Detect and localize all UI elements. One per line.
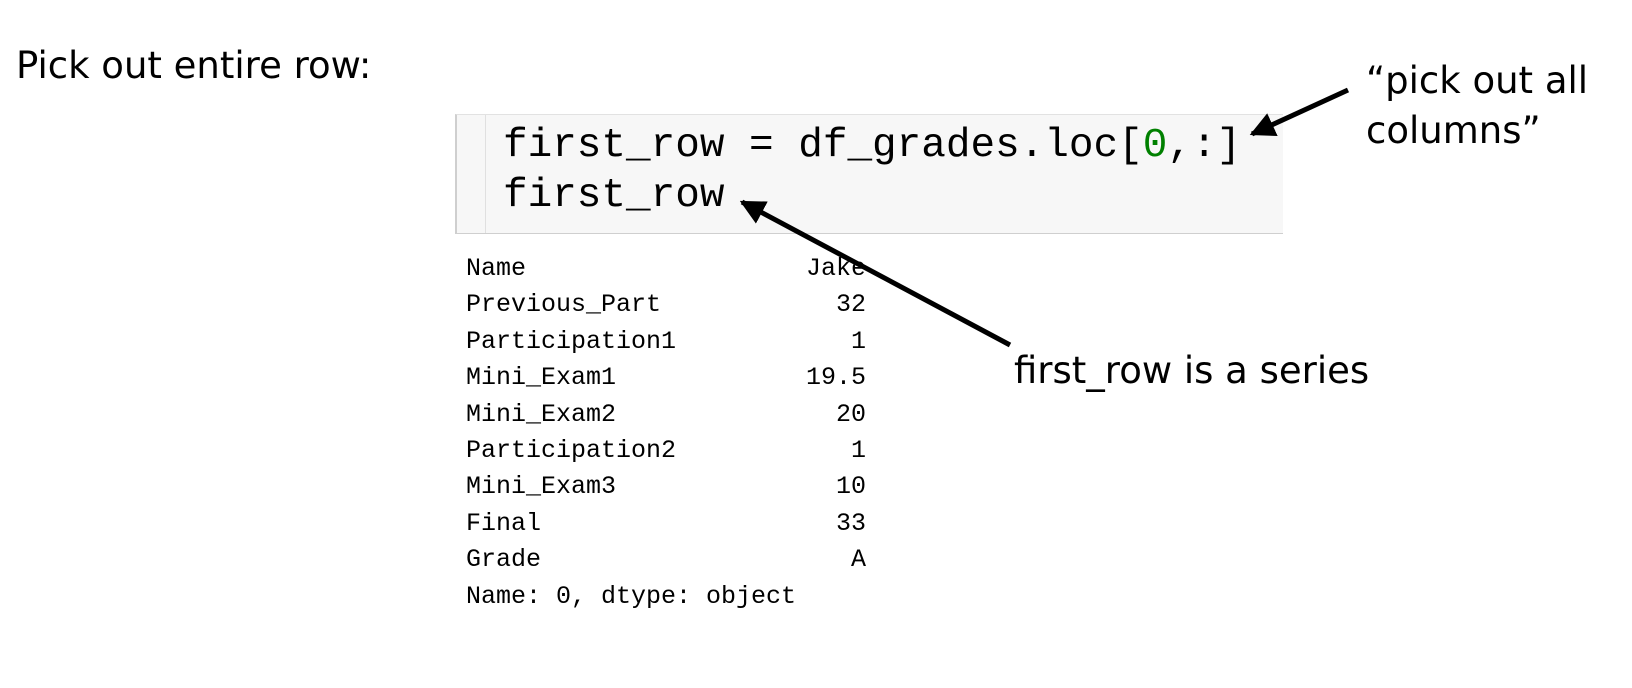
output-row-key: Mini_Exam2 xyxy=(466,399,617,429)
output-row-value: A xyxy=(850,545,866,575)
code-line-1-suffix: ,:] xyxy=(1167,123,1242,169)
slide-heading: Pick out entire row: xyxy=(16,44,372,87)
code-line-1-prefix: first_row = df_grades.loc[ xyxy=(503,123,1143,169)
cell-output: Name Jake Previous_Part 32 Participation1 1 Mi… xyxy=(466,251,866,615)
output-row: Final 33 xyxy=(466,506,866,542)
annotation-all-columns-line-2: columns” xyxy=(1366,109,1541,152)
output-row: Previous_Part 32 xyxy=(466,287,866,323)
output-row-key: Participation2 xyxy=(466,435,677,465)
output-row-value: 1 xyxy=(850,326,866,356)
code-number-literal: 0 xyxy=(1142,123,1168,169)
output-row-value: 1 xyxy=(850,435,866,465)
output-rows: Name Jake Previous_Part 32 Participation1 1 Mi… xyxy=(466,251,866,579)
output-row-key: Mini_Exam3 xyxy=(466,472,617,502)
output-row-key: Mini_Exam1 xyxy=(466,363,617,393)
output-row-value: 32 xyxy=(835,290,866,320)
output-row-key: Previous_Part xyxy=(466,290,662,320)
output-row: Mini_Exam1 19.5 xyxy=(466,360,866,396)
output-row-value: Jake xyxy=(805,254,866,283)
annotation-all-columns-line-1: “pick out all xyxy=(1366,59,1589,102)
output-row: Mini_Exam2 20 xyxy=(466,397,866,433)
output-row-value: 33 xyxy=(835,508,866,538)
output-row: Participation1 1 xyxy=(466,324,866,360)
output-footer: Name: 0, dtype: object xyxy=(466,581,797,611)
output-row: Mini_Exam3 10 xyxy=(466,469,866,505)
output-row: Name Jake xyxy=(466,251,866,287)
output-row-value: 10 xyxy=(835,472,866,502)
output-row-key: Final xyxy=(466,508,542,538)
code-line-1: first_row = df_grades.loc[0,:] xyxy=(503,121,1241,171)
output-row-key: Grade xyxy=(466,545,542,575)
cell-gutter-divider xyxy=(485,115,486,233)
annotation-all-columns: “pick out all columns” xyxy=(1366,56,1588,156)
output-row-value: 19.5 xyxy=(805,363,866,393)
output-row: Grade A xyxy=(466,542,866,578)
output-row-key: Participation1 xyxy=(466,326,677,356)
output-row-key: Name xyxy=(466,254,527,283)
annotation-series: first_row is a series xyxy=(1014,349,1370,392)
code-line-2: first_row xyxy=(503,173,725,219)
code-cell[interactable]: first_row = df_grades.loc[0,:] first_row xyxy=(455,114,1283,234)
output-row: Participation2 1 xyxy=(466,433,866,469)
output-row-value: 20 xyxy=(835,399,866,429)
